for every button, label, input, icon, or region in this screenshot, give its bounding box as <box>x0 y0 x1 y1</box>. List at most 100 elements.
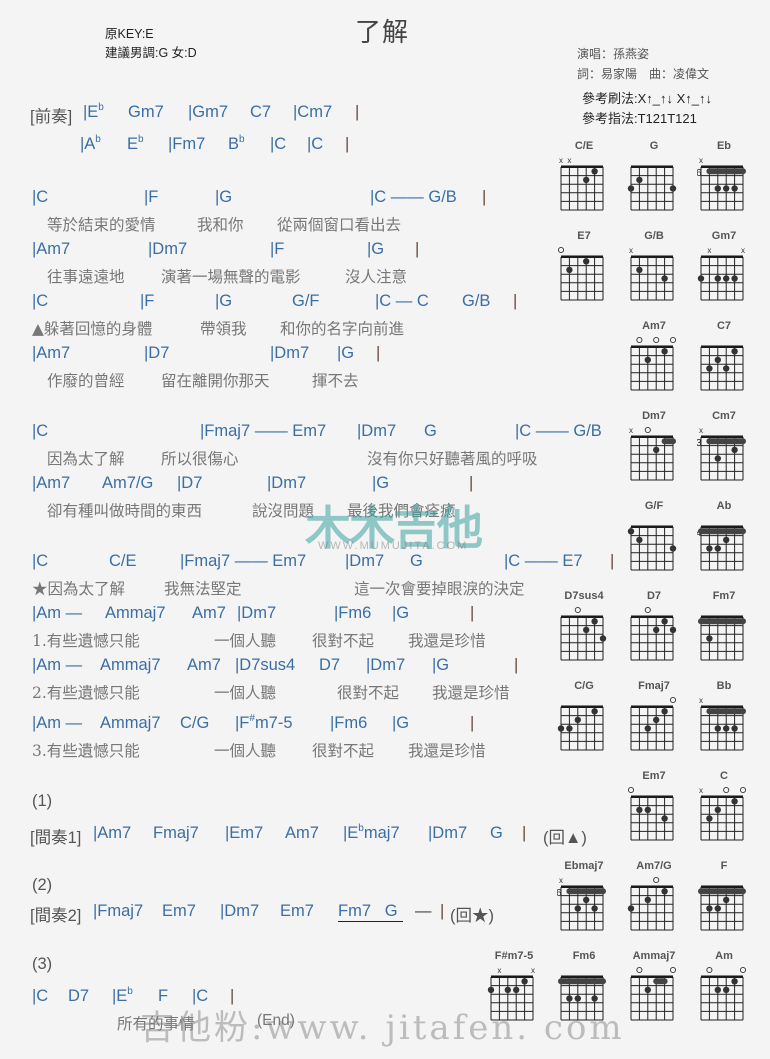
chord-diagram-am: Am <box>697 950 751 1036</box>
lyric: 這一次會要掉眼淚的決定 <box>354 580 525 598</box>
chord: C/E <box>109 552 137 570</box>
chord-name: G/B <box>644 230 664 242</box>
chord-diagram-cm7: Cm7 x 3 <box>697 410 751 496</box>
finger-dot <box>661 708 668 715</box>
open-string-mark <box>723 786 730 794</box>
finger-dot <box>557 725 565 732</box>
lyric: ▲躲著回憶的身體 <box>32 320 153 338</box>
repeat-mark: (回▲) <box>543 829 587 847</box>
open-string-mark <box>653 876 660 884</box>
lyric: 3.有些遺憾只能 <box>32 742 140 760</box>
chord: |Fmaj7 —— Em7 <box>180 552 307 570</box>
chord-diagram-c7: C7 <box>697 320 751 406</box>
fretboard <box>557 705 604 751</box>
chord: Am7 <box>285 824 319 842</box>
finger-dot <box>574 716 581 724</box>
finger-dot <box>669 626 677 634</box>
barre <box>706 708 746 715</box>
chord: |Am7 <box>32 474 71 492</box>
bar-line: | <box>522 824 527 842</box>
lyric: 我無法堅定 <box>164 580 242 598</box>
chord: Fmaj7 <box>153 824 199 842</box>
chord-name: Fm7 <box>712 590 736 602</box>
finger-dot <box>723 986 730 994</box>
chord-diagram-c-g: C/G <box>557 680 611 766</box>
finger-dot <box>627 528 635 535</box>
chorus-lyric-6: 3.有些遺憾只能 一個人聽 很對不起 我還是珍惜 <box>32 739 532 761</box>
fretboard: 4 <box>697 525 746 571</box>
open-string-mark <box>644 606 651 614</box>
lyric: 很對不起 <box>312 632 375 650</box>
chord: G <box>424 422 437 440</box>
finger-dot <box>731 446 738 454</box>
fretboard <box>557 246 604 301</box>
finger-dot <box>661 815 668 822</box>
muted-string-mark: x <box>707 246 711 255</box>
finger-dot <box>723 275 730 282</box>
finger-dot <box>583 896 590 904</box>
finger-dot <box>706 365 713 372</box>
finger-dot <box>521 978 528 985</box>
chord: C7 <box>250 103 272 121</box>
fretboard: x <box>629 426 676 481</box>
verse-lyric-3: ▲躲著回憶的身體 帶領我 和你的名字向前進 <box>32 317 532 339</box>
chorus-lyric-3: ★因為太了解 我無法堅定 這一次會要掉眼淚的決定 <box>32 577 552 599</box>
chord: Ammaj7 <box>100 714 161 732</box>
verse-lyric-2: 往事遠遠地 演著一場無聲的電影 沒人注意 <box>47 265 547 287</box>
fretboard <box>627 165 677 211</box>
chord: Am7 <box>192 604 226 622</box>
finger-dot <box>591 618 598 625</box>
fretboard <box>698 885 746 931</box>
chord: |Dm7 <box>220 902 260 920</box>
chord: |C — C <box>375 292 429 310</box>
chord-name: Fm6 <box>572 950 596 962</box>
barre <box>698 618 746 625</box>
bar-line: | <box>513 292 518 310</box>
chord: G <box>490 824 503 842</box>
chord: |G <box>337 344 355 362</box>
open-string-mark <box>739 966 747 974</box>
lyric: 很對不起 <box>312 742 375 760</box>
ending-3-label: (3) <box>32 955 53 973</box>
chord: |F <box>140 292 155 310</box>
lyric: ★因為太了解 <box>32 580 126 598</box>
finger-pattern: 參考指法:T121T121 <box>582 111 697 126</box>
finger-dot <box>706 545 713 552</box>
lyric: 往事遠遠地 <box>47 268 125 286</box>
open-string-mark <box>669 966 677 974</box>
muted-string-mark: x <box>559 876 563 885</box>
lyric: 作廢的曾經 <box>47 372 125 390</box>
chord: |Am7 <box>32 344 71 362</box>
finger-dot <box>706 635 713 642</box>
chord-name: Dm7 <box>642 410 666 422</box>
chorus-chords-1: |C |Fmaj7 —— Em7 |Dm7 G |C —— G/B <box>32 422 632 444</box>
open-string-mark <box>574 606 581 614</box>
chord-name: G <box>649 140 659 152</box>
chord: |Ab <box>80 134 101 154</box>
chord-name: Cm7 <box>712 410 736 422</box>
chord-diagram-gm7: Gm7 x x <box>697 230 751 316</box>
chord-diagram-c: Cx <box>697 770 751 856</box>
chorus-lyric-5: 2.有些遺憾只能 一個人聽 很對不起 我還是珍惜 <box>32 681 532 703</box>
chord-diagram-fmaj7: Fmaj7 <box>627 680 681 766</box>
finger-dot <box>644 896 651 904</box>
lyric: 很對不起 <box>337 684 400 702</box>
chord: |Fm7 <box>168 135 206 153</box>
finger-dot <box>636 806 643 814</box>
chord: Ammaj7 <box>105 604 166 622</box>
finger-dot <box>731 185 738 192</box>
finger-dot <box>644 986 651 994</box>
chord-name: C <box>720 770 728 782</box>
open-string-mark <box>627 786 635 794</box>
verse-chords-2: |Am7 |Dm7 |F |G | <box>32 240 532 262</box>
barre <box>698 528 746 535</box>
chord: G/F <box>292 292 320 310</box>
finger-dot <box>661 888 668 895</box>
muted-string-mark: x <box>567 156 571 165</box>
finger-dot <box>714 986 721 994</box>
chord: |Fm6 <box>334 604 372 622</box>
open-string-mark <box>669 336 677 344</box>
repeat-mark: (回★) <box>450 907 494 925</box>
lyric: 2.有些遺憾只能 <box>32 684 140 702</box>
lyric: 一個人聽 <box>214 742 277 760</box>
